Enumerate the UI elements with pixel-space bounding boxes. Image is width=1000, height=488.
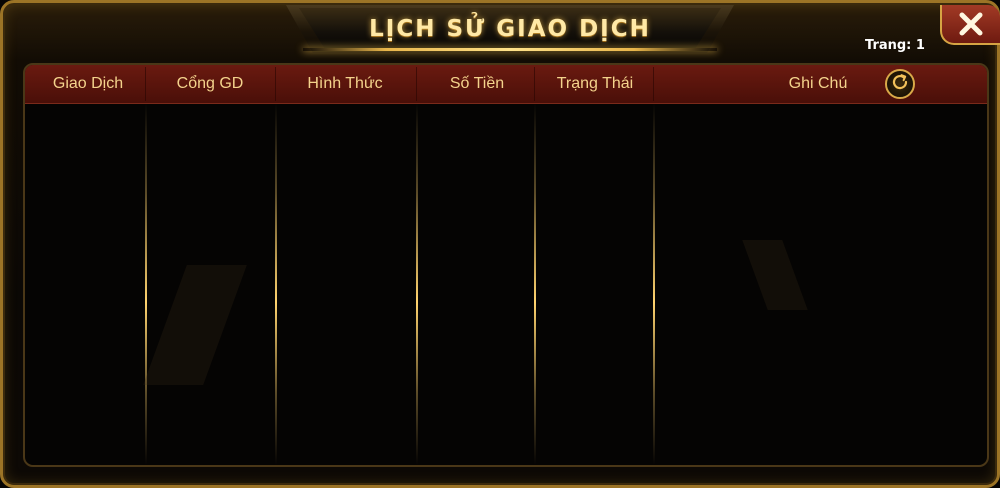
refresh-icon — [890, 72, 910, 97]
header-divider — [145, 67, 146, 101]
header-divider — [534, 67, 535, 101]
header-divider — [653, 67, 654, 101]
column-header-gateway: Cổng GD — [176, 75, 244, 92]
close-icon — [957, 10, 985, 38]
title-underline — [303, 48, 717, 51]
header-divider — [275, 67, 276, 101]
column-header-method: Hình Thức — [307, 75, 383, 92]
transaction-history-dialog: LỊCH SỬ GIAO DỊCH Trang: 1 Giao Dịch Cổn… — [0, 0, 1000, 488]
column-header-status: Trạng Thái — [556, 75, 634, 92]
header-divider — [416, 67, 417, 101]
transaction-table: Giao Dịch Cổng GD Hình Thức Số Tiền Trạn… — [23, 63, 989, 467]
close-button[interactable] — [940, 5, 1000, 45]
column-header-transaction: Giao Dịch — [52, 75, 124, 92]
column-header-note: Ghi Chú — [788, 75, 848, 92]
page-indicator: Trang: 1 — [865, 38, 925, 53]
column-header-amount: Số Tiền — [449, 75, 505, 92]
table-header: Giao Dịch Cổng GD Hình Thức Số Tiền Trạn… — [25, 65, 987, 104]
refresh-button[interactable] — [885, 69, 915, 99]
dialog-title: LỊCH SỬ GIAO DỊCH — [369, 16, 651, 42]
table-body — [25, 103, 987, 465]
